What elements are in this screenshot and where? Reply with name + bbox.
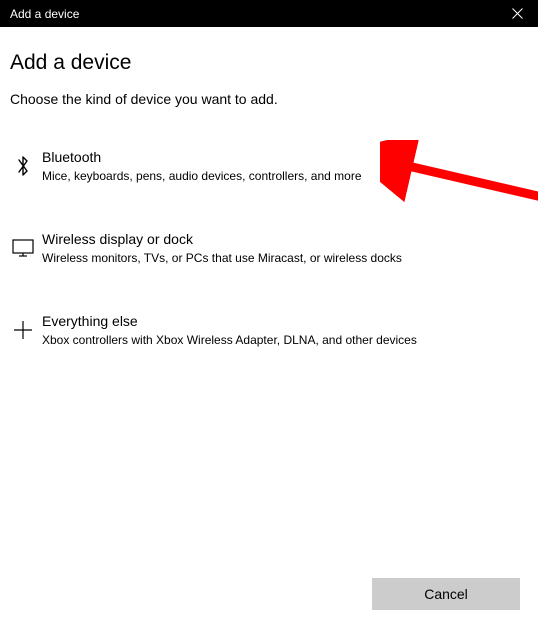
footer: Cancel [372,578,520,610]
option-title: Wireless display or dock [42,231,528,247]
option-description: Mice, keyboards, pens, audio devices, co… [42,168,528,185]
option-everything-else[interactable]: Everything else Xbox controllers with Xb… [10,303,528,359]
option-bluetooth[interactable]: Bluetooth Mice, keyboards, pens, audio d… [10,139,528,195]
option-title: Everything else [42,313,528,329]
plus-icon [10,317,36,343]
option-text: Everything else Xbox controllers with Xb… [42,313,528,349]
option-text: Wireless display or dock Wireless monito… [42,231,528,267]
cancel-button[interactable]: Cancel [372,578,520,610]
option-wireless-display[interactable]: Wireless display or dock Wireless monito… [10,221,528,277]
titlebar: Add a device [0,0,538,27]
monitor-icon [10,235,36,261]
close-button[interactable] [504,0,530,27]
option-text: Bluetooth Mice, keyboards, pens, audio d… [42,149,528,185]
content-area: Add a device Choose the kind of device y… [0,27,538,358]
option-description: Wireless monitors, TVs, or PCs that use … [42,250,528,267]
page-subtitle: Choose the kind of device you want to ad… [10,91,528,107]
close-icon [512,8,523,19]
page-title: Add a device [10,51,528,75]
option-title: Bluetooth [42,149,528,165]
titlebar-title: Add a device [10,7,79,21]
bluetooth-icon [10,153,36,179]
option-description: Xbox controllers with Xbox Wireless Adap… [42,332,528,349]
